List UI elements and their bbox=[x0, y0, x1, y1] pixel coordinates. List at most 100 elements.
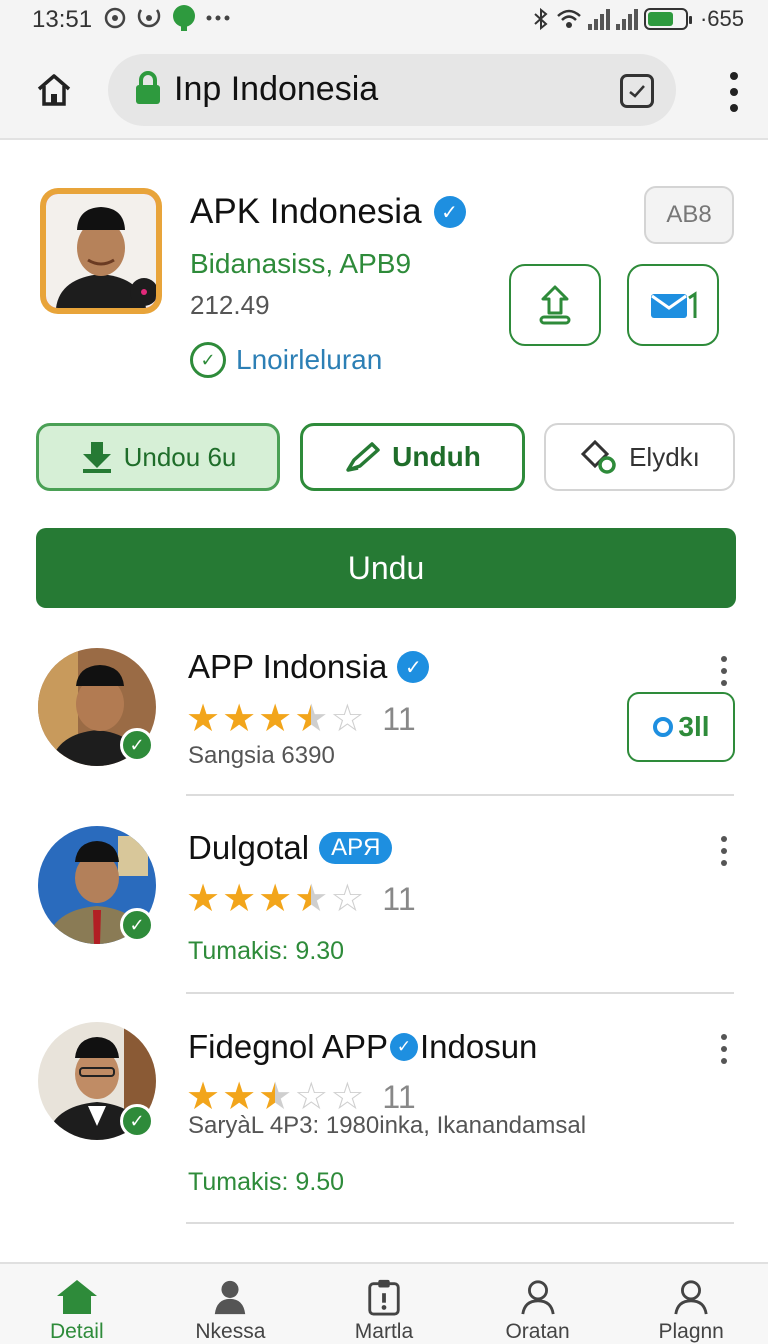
mail-icon bbox=[651, 291, 697, 318]
more-notifications-icon bbox=[206, 15, 230, 21]
person-icon bbox=[674, 1280, 708, 1315]
list-item-score: Tumakis: 9.30 bbox=[188, 937, 345, 965]
verified-check-icon: ✓ bbox=[120, 1104, 154, 1138]
star-icon: ★ bbox=[186, 878, 221, 920]
verified-check-icon: ✓ bbox=[120, 728, 154, 762]
clipboard-icon bbox=[368, 1279, 400, 1316]
divider bbox=[186, 794, 734, 796]
tag-chip[interactable]: Elydkı bbox=[544, 423, 735, 491]
download-chip-label: Undou 6u bbox=[123, 441, 237, 472]
primary-download-button[interactable]: Undu bbox=[36, 528, 736, 608]
star-icon: ★ bbox=[186, 1076, 221, 1118]
star-empty-icon: ☆ bbox=[294, 1076, 329, 1118]
star-rating: ★ ★ ★ ★ ☆ 11 bbox=[186, 700, 416, 738]
nav-label: Detail bbox=[49, 1320, 104, 1343]
nav-label: Nkessa bbox=[195, 1320, 266, 1343]
battery-icon bbox=[643, 8, 692, 30]
nav-label: Oratan bbox=[505, 1320, 570, 1343]
item-menu-button[interactable] bbox=[718, 656, 730, 686]
signal-icon bbox=[587, 8, 610, 30]
star-icon: ★ bbox=[258, 698, 293, 740]
person-portrait-icon bbox=[46, 194, 156, 308]
count-button[interactable]: 3ll bbox=[627, 692, 735, 762]
bluetooth-icon bbox=[534, 7, 548, 31]
item-menu-button[interactable] bbox=[718, 836, 730, 866]
verified-icon: ✓ bbox=[397, 651, 430, 683]
list-item-title[interactable]: Dulgotal bbox=[188, 829, 309, 867]
list-item-score: Tumakis: 9.50 bbox=[188, 1168, 345, 1196]
circle-icon bbox=[653, 717, 674, 737]
message-button[interactable] bbox=[627, 264, 719, 346]
list-item-title-row: Dulgotal APЯ bbox=[188, 829, 393, 867]
list-item-title[interactable]: APP Indonsia bbox=[188, 648, 387, 686]
share-button[interactable] bbox=[509, 264, 601, 346]
unduh-chip-label: Unduh bbox=[392, 441, 481, 472]
unduh-chip[interactable]: Unduh bbox=[300, 423, 525, 491]
app-status: ✓ Lnoirleluran bbox=[190, 342, 382, 378]
sync-icon bbox=[104, 7, 126, 29]
rating-count: 11 bbox=[382, 700, 416, 737]
clock-check-icon: ✓ bbox=[190, 342, 226, 378]
app-title-row: APK Indonesia ✓ bbox=[190, 192, 466, 232]
cast-icon bbox=[137, 9, 161, 28]
star-empty-icon: ☆ bbox=[330, 698, 365, 740]
download-chip[interactable]: Undou 6u bbox=[36, 423, 280, 491]
download-icon bbox=[82, 442, 111, 473]
browser-toolbar: Inp Indonesia bbox=[0, 40, 768, 140]
bottom-navigation: Detail Nkessa Martla Oratan Plagnn bbox=[0, 1262, 768, 1344]
overflow-menu-button[interactable] bbox=[728, 72, 740, 112]
app-tag[interactable]: AB8 bbox=[644, 186, 734, 244]
list-item-meta: Sangsia 6390 bbox=[188, 742, 335, 769]
status-bar: 13:51 ·655 bbox=[0, 0, 768, 40]
app-title: APK Indonesia bbox=[190, 192, 422, 231]
star-rating: ★ ★ ★ ★ ☆ 11 bbox=[186, 880, 416, 918]
list-item-meta: SaryàL 4P3: 1980inka, Ikanandamsal bbox=[188, 1112, 587, 1139]
nav-item-detail[interactable]: Detail bbox=[0, 1264, 154, 1344]
star-empty-icon: ☆ bbox=[330, 1076, 365, 1118]
system-status: ·655 bbox=[532, 6, 744, 32]
count-label: 3ll bbox=[678, 711, 710, 742]
app-icon bbox=[40, 188, 162, 314]
star-icon: ★ bbox=[222, 878, 257, 920]
star-icon: ★ bbox=[186, 698, 221, 740]
status-time: 13:51 bbox=[32, 6, 93, 33]
divider bbox=[186, 992, 734, 994]
list-item-title-row: Fidegnol APP ✓ Indosun bbox=[188, 1028, 537, 1066]
wifi-icon bbox=[557, 9, 581, 28]
check-icon bbox=[629, 85, 645, 98]
star-icon: ★ bbox=[258, 878, 293, 920]
list-item-title-row: APP Indonsia ✓ bbox=[188, 648, 430, 686]
app-badge: APЯ bbox=[319, 832, 393, 864]
app-developer[interactable]: Bidanasiss, APB9 bbox=[190, 248, 411, 280]
tag-icon bbox=[580, 439, 616, 474]
nav-item-nkessa[interactable]: Nkessa bbox=[154, 1264, 308, 1344]
rating-count: 11 bbox=[382, 1078, 416, 1115]
star-half-icon: ★ bbox=[294, 878, 329, 920]
star-icon: ★ bbox=[222, 1076, 257, 1118]
share-icon bbox=[539, 285, 571, 325]
nav-item-oratan[interactable]: Oratan bbox=[461, 1264, 615, 1344]
home-button[interactable] bbox=[30, 66, 78, 114]
signal-icon-2 bbox=[615, 8, 638, 30]
nav-item-martla[interactable]: Martla bbox=[307, 1264, 461, 1344]
app-size: 212.49 bbox=[190, 290, 270, 320]
verified-check-icon: ✓ bbox=[120, 908, 154, 942]
pen-icon bbox=[346, 442, 380, 472]
app-status-text: Lnoirleluran bbox=[236, 344, 383, 375]
star-half-icon: ★ bbox=[258, 1076, 293, 1118]
star-icon: ★ bbox=[222, 698, 257, 740]
lock-icon bbox=[136, 71, 160, 104]
star-empty-icon: ☆ bbox=[330, 878, 365, 920]
nav-label: Martla bbox=[354, 1320, 414, 1343]
list-item-title-suffix[interactable]: Indosun bbox=[420, 1028, 537, 1066]
battery-percent: ·655 bbox=[699, 6, 744, 31]
star-half-icon: ★ bbox=[294, 698, 329, 740]
person-icon bbox=[520, 1280, 555, 1315]
nav-item-plagnn[interactable]: Plagnn bbox=[614, 1264, 768, 1344]
tab-switcher-button[interactable] bbox=[620, 74, 654, 108]
item-menu-button[interactable] bbox=[718, 1034, 730, 1064]
url-text: Inp Indonesia bbox=[174, 70, 379, 108]
person-icon bbox=[215, 1280, 246, 1315]
address-bar[interactable]: Inp Indonesia bbox=[108, 54, 676, 126]
list-item-title[interactable]: Fidegnol APP bbox=[188, 1028, 388, 1066]
